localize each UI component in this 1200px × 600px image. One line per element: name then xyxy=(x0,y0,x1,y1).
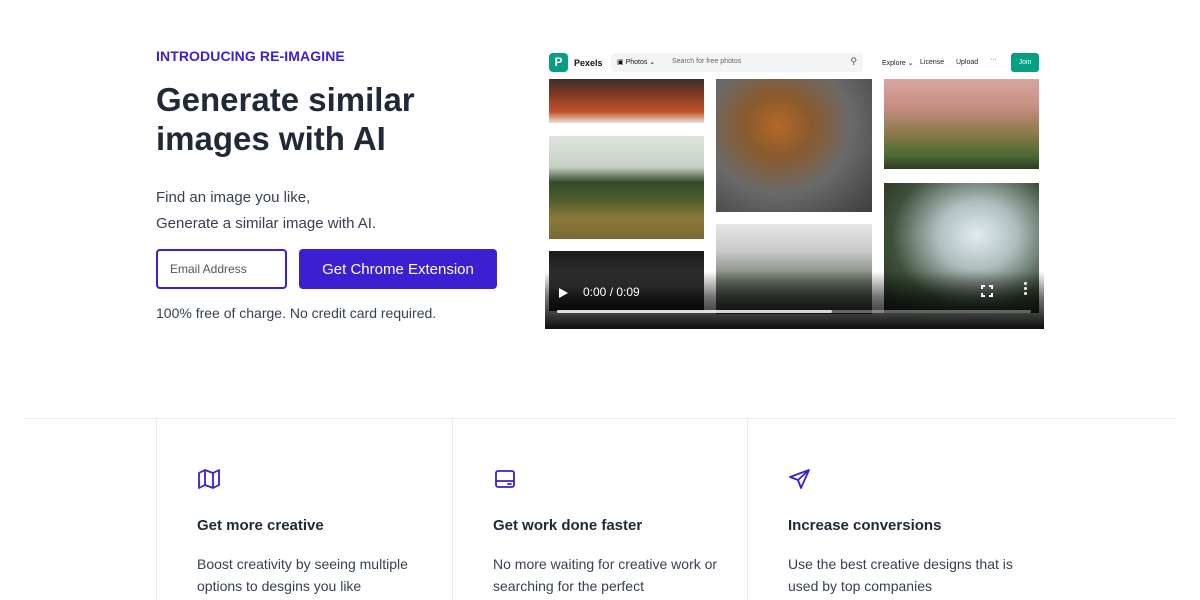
feature-title: Get more creative xyxy=(197,517,324,534)
video-controls: 0:00 / 0:09 xyxy=(545,271,1044,329)
video-time: 0:00 / 0:09 xyxy=(583,285,640,299)
more-options-icon[interactable] xyxy=(1021,282,1029,297)
hero-headline: Generate similar images with AI xyxy=(156,81,415,157)
email-field[interactable] xyxy=(156,249,287,289)
feature-title: Get work done faster xyxy=(493,517,643,534)
pexels-nav-upload: Upload xyxy=(956,59,979,66)
send-icon xyxy=(789,469,810,489)
pexels-site-name: Pexels xyxy=(574,58,603,68)
video-photo-tile xyxy=(549,79,704,123)
feature-description: Boost creativity by seeing multiple opti… xyxy=(197,556,408,594)
pexels-nav-license: License xyxy=(920,59,945,66)
feature-card: Get more creative Boost creativity by se… xyxy=(156,419,452,600)
pexels-join-button: Join xyxy=(1011,53,1039,72)
pexels-search-bar: ▣ Photos ⌄ Search for free photos ⚲ xyxy=(611,53,863,72)
feature-title: Increase conversions xyxy=(788,517,942,534)
free-note: 100% free of charge. No credit card requ… xyxy=(156,305,437,321)
fullscreen-icon[interactable] xyxy=(981,285,993,297)
map-icon xyxy=(198,469,220,489)
play-icon[interactable] xyxy=(559,288,568,298)
eyebrow-label: INTRODUCING RE-IMAGINE xyxy=(156,48,345,64)
feature-description: No more waiting for creative work or sea… xyxy=(493,556,718,594)
feature-card: Increase conversions Use the best creati… xyxy=(747,419,1043,600)
pexels-nav-explore: Explore ⌄ xyxy=(882,60,914,67)
video-frame-header: P Pexels ▣ Photos ⌄ Search for free phot… xyxy=(545,46,1044,79)
feature-card: Get work done faster No more waiting for… xyxy=(452,419,748,600)
video-progress-bar[interactable] xyxy=(557,310,1031,313)
video-photo-tile xyxy=(884,79,1039,169)
demo-video-player[interactable]: P Pexels ▣ Photos ⌄ Search for free phot… xyxy=(545,46,1044,329)
video-photo-tile xyxy=(549,136,704,239)
pexels-logo-icon: P xyxy=(549,53,568,72)
window-icon xyxy=(495,470,515,488)
video-photo-tile xyxy=(716,79,872,212)
pexels-search-placeholder: Search for free photos xyxy=(672,58,742,65)
hero-subtext-line2: Generate a similar image with AI. xyxy=(156,215,377,232)
more-icon: ··· xyxy=(990,56,997,63)
get-chrome-extension-button[interactable]: Get Chrome Extension xyxy=(299,249,497,289)
pexels-photos-select: ▣ Photos ⌄ xyxy=(617,59,656,66)
feature-description: Use the best creative designs that is us… xyxy=(788,556,1013,594)
video-progress-fill xyxy=(557,310,832,313)
search-icon: ⚲ xyxy=(850,56,857,66)
hero-subtext-line1: Find an image you like, xyxy=(156,189,311,206)
